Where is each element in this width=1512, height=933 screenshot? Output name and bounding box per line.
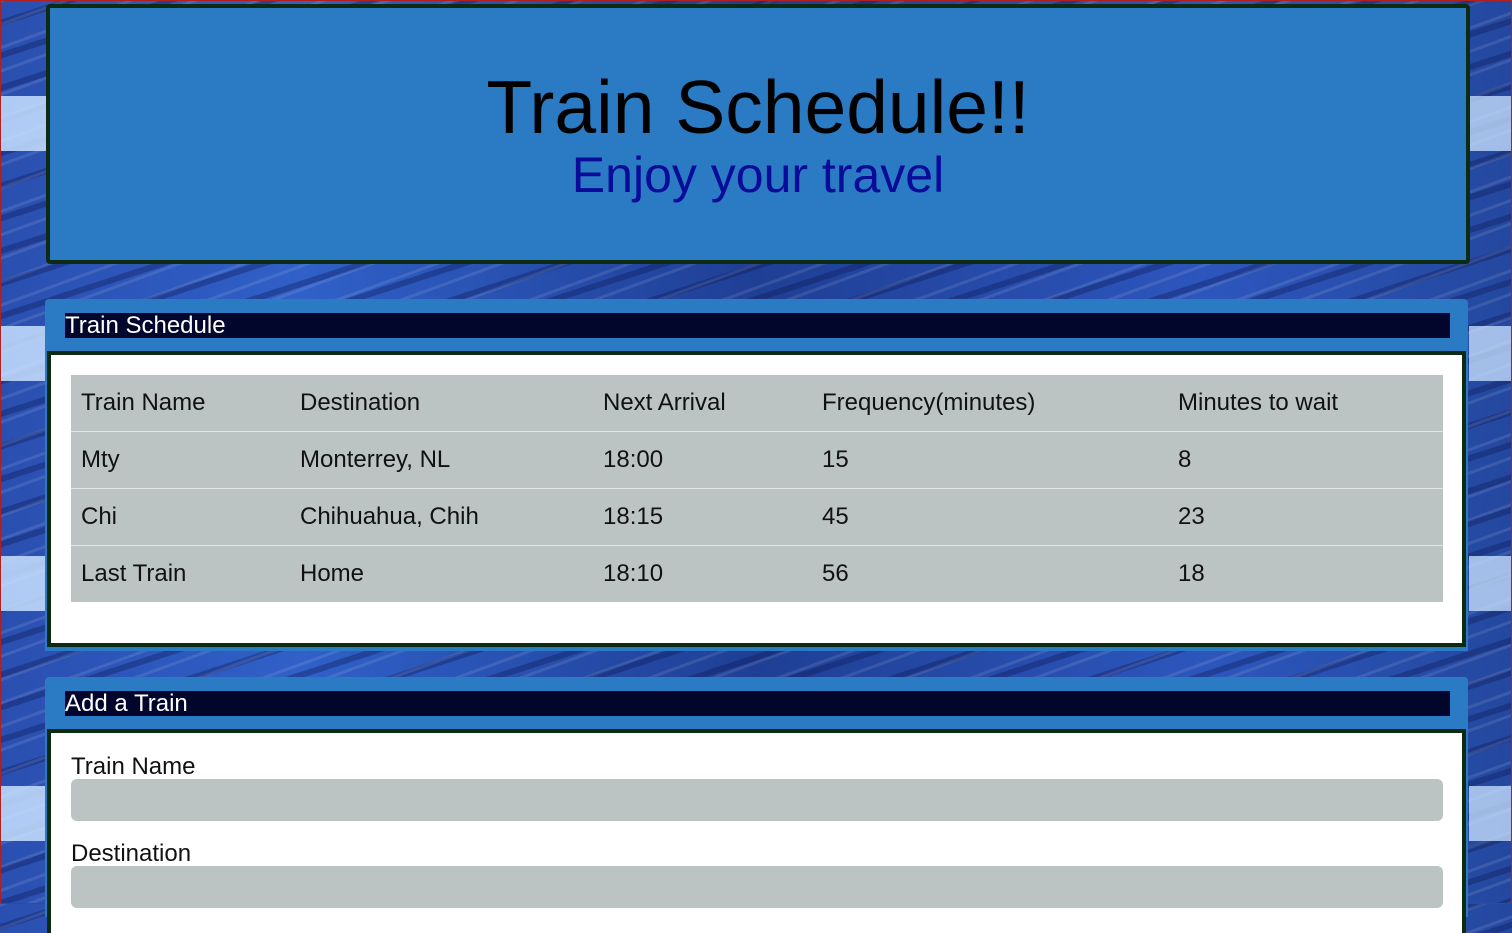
cell-next-arrival: 18:00: [593, 431, 812, 489]
cell-destination: Monterrey, NL: [290, 431, 593, 489]
table-row: Chi Chihuahua, Chih 18:15 45 23: [71, 488, 1443, 546]
schedule-table: Train Name Destination Next Arrival Freq…: [71, 375, 1443, 602]
cell-train-name: Mty: [71, 431, 290, 489]
cell-train-name: Chi: [71, 488, 290, 546]
background-train-left: [1, 1, 47, 903]
add-train-panel: Add a Train Train Name Destination: [45, 677, 1468, 933]
add-train-form: Train Name Destination: [47, 729, 1466, 933]
column-header-destination: Destination: [300, 389, 421, 416]
table-row: Last Train Home 18:10 56 18: [71, 545, 1443, 602]
column-header-train-name: Train Name: [81, 389, 206, 416]
cell-next-arrival: 18:15: [593, 488, 812, 546]
cell-destination: Chihuahua, Chih: [290, 488, 593, 546]
train-schedule-panel: Train Schedule Train Name Destination Ne…: [45, 299, 1468, 651]
cell-minutes-to-wait: 23: [1168, 488, 1443, 546]
destination-input[interactable]: [71, 866, 1443, 908]
train-schedule-heading: Train Schedule: [65, 313, 1450, 338]
add-train-heading: Add a Train: [65, 691, 1450, 716]
cell-frequency: 45: [812, 488, 1168, 546]
cell-next-arrival: 18:10: [593, 545, 812, 602]
train-name-input[interactable]: [71, 779, 1443, 821]
cell-minutes-to-wait: 18: [1168, 545, 1443, 602]
table-row: Mty Monterrey, NL 18:00 15 8: [71, 431, 1443, 489]
page-subtitle: Enjoy your travel: [571, 147, 945, 203]
background-train-right: [1469, 1, 1511, 903]
table-header-row: Train Name Destination Next Arrival Freq…: [71, 375, 1443, 432]
train-name-label: Train Name: [71, 753, 196, 780]
column-header-frequency: Frequency(minutes): [822, 389, 1036, 416]
train-schedule-body: Train Name Destination Next Arrival Freq…: [47, 351, 1466, 647]
cell-minutes-to-wait: 8: [1168, 431, 1443, 489]
cell-frequency: 56: [812, 545, 1168, 602]
destination-label: Destination: [71, 840, 192, 867]
cell-frequency: 15: [812, 431, 1168, 489]
cell-train-name: Last Train: [71, 545, 290, 602]
page-title: Train Schedule!!: [486, 65, 1030, 149]
cell-destination: Home: [290, 545, 593, 602]
header-banner: Train Schedule!! Enjoy your travel: [46, 4, 1470, 264]
column-header-next-arrival: Next Arrival: [603, 389, 726, 416]
column-header-minutes-to-wait: Minutes to wait: [1178, 389, 1339, 416]
